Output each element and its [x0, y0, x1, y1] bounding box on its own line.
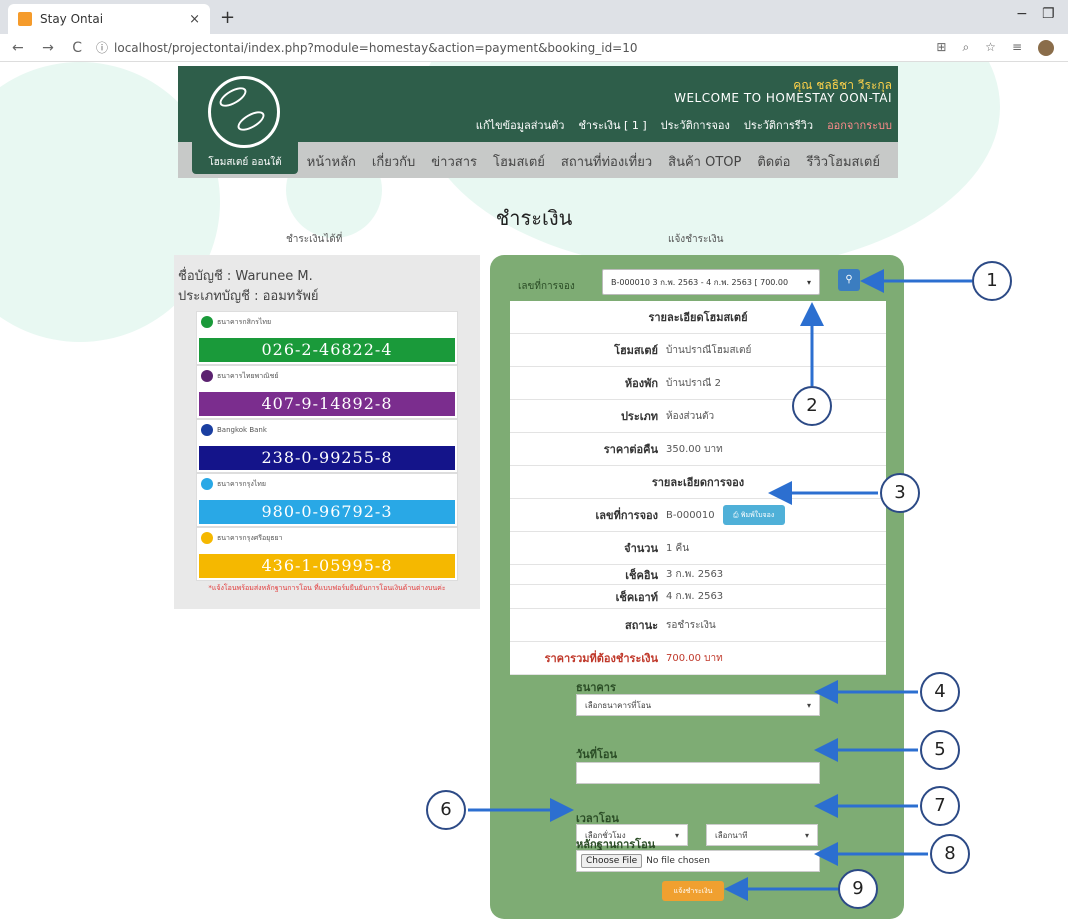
callout-3: 3 [880, 473, 920, 513]
callout-9: 9 [838, 869, 878, 909]
restore-icon[interactable]: ❐ [1042, 6, 1055, 22]
info-icon[interactable]: ⓘ [96, 39, 108, 56]
callout-4: 4 [920, 672, 960, 712]
callout-6: 6 [426, 790, 466, 830]
close-tab-icon[interactable]: × [189, 12, 200, 27]
bookmark-star-icon[interactable]: ☆ [985, 40, 996, 56]
back-icon[interactable]: ← [12, 40, 24, 56]
callout-8: 8 [930, 834, 970, 874]
forward-icon[interactable]: → [42, 40, 54, 56]
callout-1: 1 [972, 261, 1012, 301]
url-field[interactable]: localhost/projectontai/index.php?module=… [114, 41, 638, 55]
page-content: โฮมสเตย์ ออนใต้ คุณ ชลธิชา วีระกุล WELCO… [0, 62, 1068, 919]
browser-tabbar: Stay Ontai × + − ❐ [0, 0, 1068, 34]
browser-tab[interactable]: Stay Ontai × [8, 4, 210, 34]
new-tab-button[interactable]: + [220, 7, 235, 28]
minimize-icon[interactable]: − [1016, 6, 1028, 22]
reload-icon[interactable]: C [72, 40, 82, 56]
callout-5: 5 [920, 730, 960, 770]
reading-list-icon[interactable]: ≡ [1012, 40, 1022, 56]
callout-7: 7 [920, 786, 960, 826]
translate-icon[interactable]: ⊞ [936, 40, 946, 56]
site-favicon-icon [18, 12, 32, 26]
profile-avatar-icon[interactable] [1038, 40, 1054, 56]
address-bar: ← → C ⓘ localhost/projectontai/index.php… [0, 34, 1068, 62]
callout-2: 2 [792, 386, 832, 426]
zoom-icon[interactable]: ⌕ [962, 40, 969, 56]
tab-title: Stay Ontai [40, 12, 104, 26]
